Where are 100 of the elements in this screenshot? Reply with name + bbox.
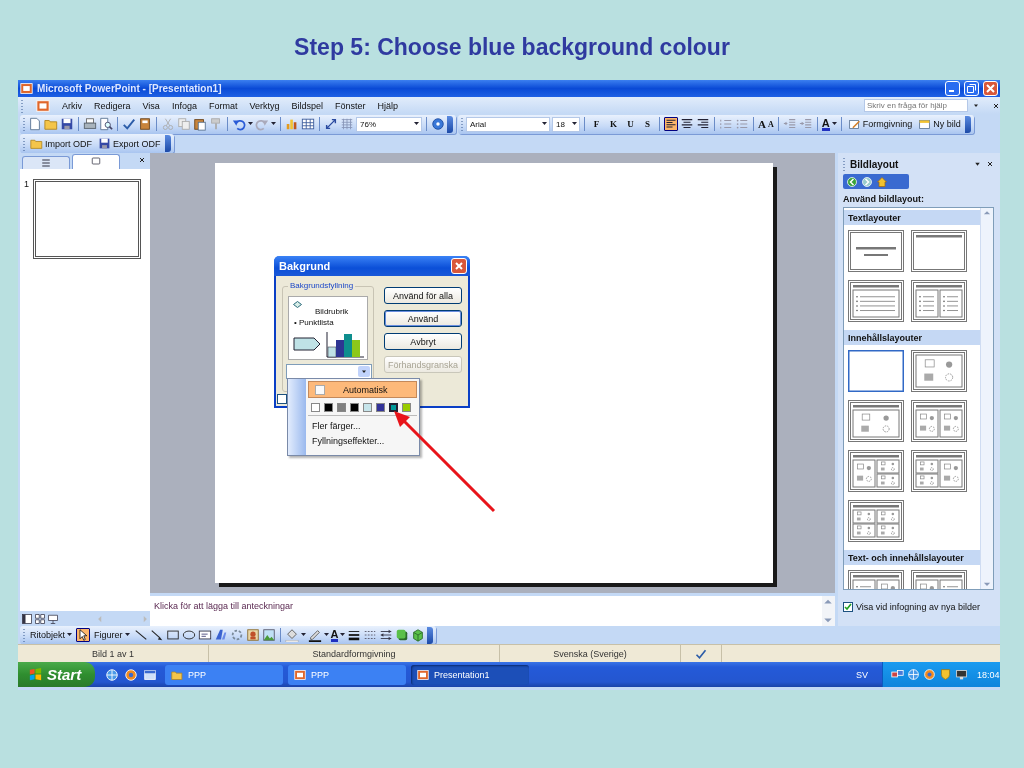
layout-thumbnail[interactable] — [848, 350, 904, 392]
grip-icon[interactable] — [23, 117, 26, 131]
color-swatch[interactable] — [350, 403, 359, 412]
pane-tab[interactable] — [22, 156, 70, 169]
caret-icon[interactable] — [271, 122, 276, 126]
help-icon[interactable] — [431, 117, 445, 131]
menu-item[interactable]: Fönster — [335, 100, 366, 111]
font-color-toggle[interactable]: A — [821, 117, 830, 131]
normal-view-icon[interactable] — [21, 612, 33, 625]
layout-thumbnail[interactable] — [911, 400, 967, 442]
dialog-button[interactable]: Använd — [384, 310, 462, 327]
close-icon[interactable] — [992, 101, 1000, 110]
slide-show-icon[interactable] — [47, 612, 59, 625]
toolbar-options-button[interactable] — [164, 135, 171, 152]
font-size-combo[interactable]: 18 — [552, 116, 580, 132]
toolbar-button[interactable]: Export ODF — [96, 137, 163, 150]
undo-icon[interactable] — [232, 117, 246, 131]
font-size-toggle[interactable]: A — [758, 118, 766, 130]
toolbar-options-button[interactable] — [964, 115, 971, 133]
style-toggle[interactable]: K — [606, 119, 621, 129]
checkbox[interactable] — [843, 602, 853, 612]
caret-icon[interactable] — [67, 633, 72, 637]
circle-icon[interactable] — [124, 667, 138, 682]
color-swatch[interactable] — [402, 403, 411, 412]
layout-thumbnail[interactable] — [848, 500, 904, 542]
align-left-icon[interactable] — [664, 117, 678, 131]
menu-item[interactable]: Fler färger... — [308, 418, 417, 433]
language-indicator[interactable]: SV — [856, 669, 868, 680]
globe-icon[interactable] — [105, 667, 119, 682]
grip-icon[interactable] — [23, 628, 26, 642]
caret-icon[interactable] — [542, 122, 547, 126]
menu-item[interactable]: Automatisk — [308, 381, 417, 398]
line-icon[interactable] — [133, 628, 148, 642]
restore-button[interactable] — [964, 81, 979, 96]
toolbar-menu[interactable]: Ritobjekt — [28, 630, 74, 640]
grip-icon[interactable] — [843, 157, 846, 171]
check-mark-icon[interactable] — [122, 117, 136, 131]
caret-icon[interactable] — [248, 122, 253, 126]
zoom-combo[interactable]: 76% — [356, 116, 422, 132]
style-toggle[interactable]: S — [640, 119, 655, 129]
text-box-icon[interactable] — [197, 628, 212, 642]
table-icon[interactable] — [301, 117, 315, 131]
window-icon[interactable] — [143, 667, 157, 682]
menu-item[interactable]: Infoga — [171, 100, 197, 111]
book-icon[interactable] — [138, 117, 152, 131]
printer-icon[interactable] — [83, 117, 97, 131]
clip-art-icon[interactable] — [245, 628, 260, 642]
menu-item[interactable]: Hjälp — [377, 100, 398, 111]
menu-item[interactable]: Bildspel — [291, 100, 323, 111]
start-button[interactable]: Start — [18, 662, 95, 687]
checkbox[interactable] — [277, 394, 287, 404]
layout-thumbnail[interactable] — [911, 280, 967, 322]
minimize-button[interactable] — [945, 81, 960, 96]
dialog-button[interactable]: Använd för alla — [384, 287, 462, 304]
menu-item[interactable]: Fyllningseffekter... — [308, 433, 417, 448]
arrow-style-icon[interactable] — [379, 628, 394, 642]
grip-icon[interactable] — [21, 98, 24, 113]
forward-icon[interactable] — [861, 175, 873, 188]
color-swatch[interactable] — [311, 403, 320, 412]
picture-icon[interactable] — [261, 628, 276, 642]
magnifier-icon[interactable] — [99, 117, 113, 131]
close-button[interactable] — [451, 258, 467, 274]
monitor-icon[interactable] — [955, 668, 968, 681]
align-right-icon[interactable] — [696, 117, 710, 131]
network-icon[interactable] — [891, 668, 904, 681]
line-weight-icon[interactable] — [347, 628, 362, 642]
caret-icon[interactable] — [572, 122, 577, 126]
menu-item[interactable]: Verktyg — [249, 100, 280, 111]
color-swatch[interactable] — [324, 403, 333, 412]
caret-icon[interactable] — [340, 633, 346, 637]
layout-thumbnail[interactable] — [911, 230, 967, 272]
presentation-icon[interactable] — [36, 98, 50, 113]
caret-icon[interactable] — [124, 633, 130, 637]
font-size-toggle[interactable]: A — [767, 119, 774, 129]
menu-item[interactable]: Arkiv — [62, 100, 82, 111]
align-center-icon[interactable] — [680, 117, 694, 131]
shadow-icon[interactable] — [395, 628, 410, 642]
layout-thumbnail[interactable] — [911, 450, 967, 492]
font-combo[interactable]: Arial — [466, 116, 550, 132]
pane-tab[interactable] — [72, 154, 120, 169]
toolbar-options-button[interactable] — [447, 115, 453, 133]
scrollbar[interactable] — [980, 208, 993, 589]
grip-icon[interactable] — [23, 136, 26, 151]
slanted-shape-icon[interactable] — [213, 628, 228, 642]
toolbar-button[interactable]: Formgivning — [845, 117, 915, 131]
menu-item[interactable]: Redigera — [94, 100, 131, 111]
slide-thumbnail[interactable] — [33, 179, 141, 259]
color-swatch[interactable] — [337, 403, 346, 412]
home-icon[interactable] — [876, 175, 888, 188]
caret-icon[interactable] — [323, 633, 329, 637]
color-swatch[interactable] — [376, 403, 385, 412]
diagonal-arrows-icon[interactable] — [324, 117, 338, 131]
close-icon[interactable] — [138, 156, 146, 164]
layout-thumbnail[interactable] — [848, 230, 904, 272]
bar-chart-icon[interactable] — [285, 117, 299, 131]
back-icon[interactable] — [846, 175, 858, 188]
taskbar-button[interactable]: Presentation1 — [411, 664, 529, 685]
caret-icon[interactable] — [300, 633, 306, 637]
caret-icon[interactable] — [414, 122, 419, 126]
ring-icon[interactable] — [229, 628, 244, 642]
